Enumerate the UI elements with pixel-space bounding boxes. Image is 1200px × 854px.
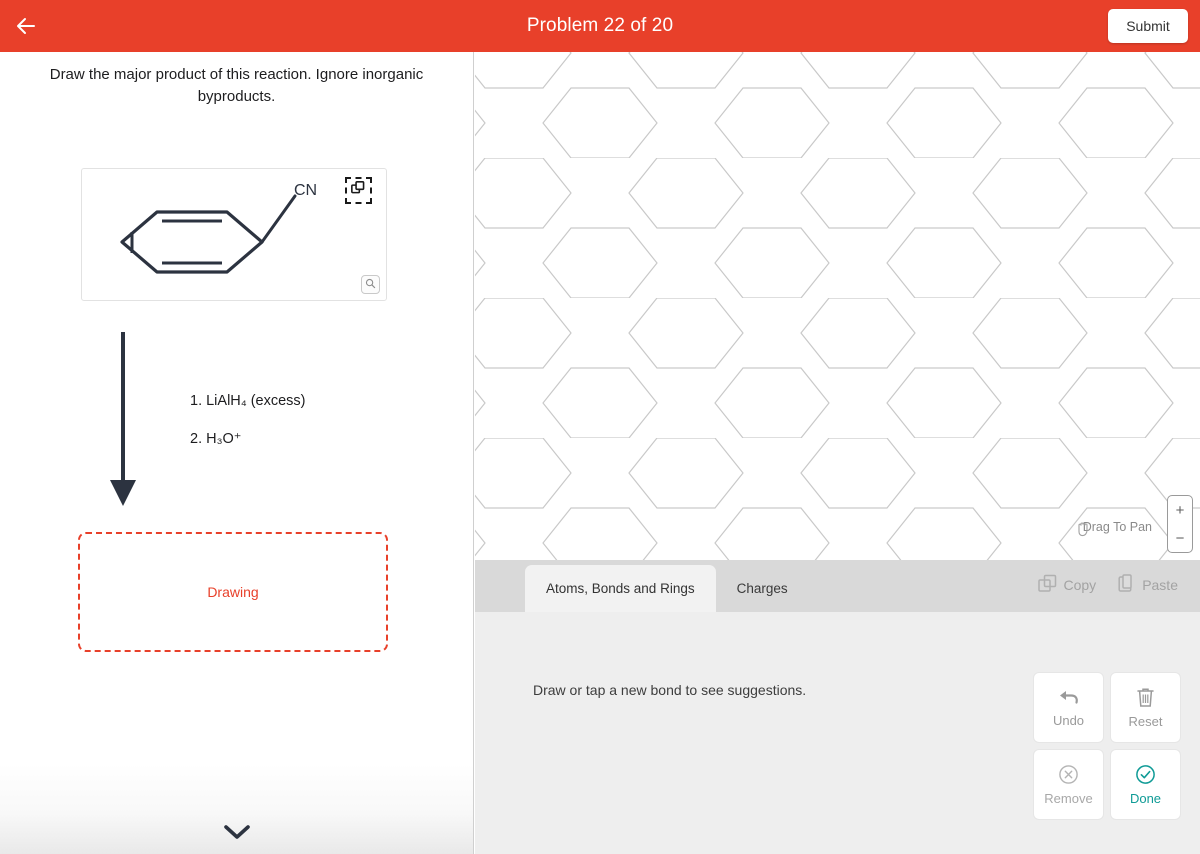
question-prompt: Draw the major product of this reaction.…	[49, 66, 424, 105]
reset-label: Reset	[1128, 713, 1163, 729]
drag-to-pan-control[interactable]: Drag To Pan	[1076, 520, 1152, 537]
copy-icon	[351, 180, 366, 201]
tab-atoms-bonds-rings[interactable]: Atoms, Bonds and Rings	[525, 565, 716, 612]
magnifier-icon	[365, 276, 376, 294]
remove-button[interactable]: Remove	[1033, 749, 1104, 820]
copy-label: Copy	[1063, 577, 1097, 593]
copy-structure-button[interactable]	[345, 177, 372, 204]
done-button[interactable]: Done	[1110, 749, 1181, 820]
reaction-condition-2: 2. H₃O⁺	[190, 431, 242, 447]
paste-button[interactable]: Paste	[1118, 574, 1178, 596]
done-label: Done	[1129, 790, 1162, 806]
question-panel: Draw the major product of this reaction.…	[0, 52, 474, 854]
arrow-left-icon	[14, 14, 38, 38]
drawing-canvas[interactable]: Drag To Pan + −	[475, 52, 1200, 560]
tab-charges[interactable]: Charges	[716, 565, 809, 612]
reactant-atom-label: CN	[294, 182, 318, 199]
product-dropzone-label: Drawing	[207, 584, 259, 600]
remove-label: Remove	[1044, 790, 1093, 806]
clipboard-actions: Copy Paste	[1037, 574, 1178, 596]
zoom-out-button[interactable]: −	[1168, 524, 1192, 552]
undo-label: Undo	[1052, 713, 1085, 728]
zoom-in-button[interactable]: +	[1168, 496, 1192, 524]
hex-grid	[475, 52, 1200, 560]
collapse-panel-button[interactable]	[0, 764, 473, 854]
undo-button[interactable]: Undo	[1033, 672, 1104, 743]
back-button[interactable]	[0, 0, 52, 52]
circle-check-icon	[1135, 764, 1156, 785]
copy-icon	[1037, 574, 1057, 596]
paste-label: Paste	[1142, 577, 1178, 593]
product-drawing-dropzone[interactable]: Drawing	[78, 532, 388, 652]
undo-arrow-icon	[1058, 687, 1080, 707]
clipboard-icon	[1118, 574, 1135, 596]
chevron-down-icon	[222, 823, 252, 846]
circle-x-icon	[1058, 764, 1079, 785]
sketcher-tool-panel: Draw or tap a new bond to see suggestion…	[475, 612, 1200, 854]
sketcher-tabstrip: Atoms, Bonds and Rings Charges Copy Past…	[475, 560, 1200, 612]
trash-icon	[1136, 687, 1155, 708]
tab-atoms-bonds-rings-label: Atoms, Bonds and Rings	[546, 581, 695, 596]
tab-charges-label: Charges	[736, 581, 788, 596]
sketcher-action-buttons: Undo Reset Remove Done	[1033, 672, 1181, 820]
canvas-zoom-control: + −	[1167, 495, 1193, 553]
submit-button[interactable]: Submit	[1108, 9, 1188, 43]
reaction-condition-1: 1. LiAlH₄ (excess)	[190, 393, 306, 409]
benzonitrile-structure	[120, 194, 297, 274]
zoom-structure-button[interactable]	[361, 275, 380, 294]
page-title: Problem 22 of 20	[526, 15, 674, 36]
reaction-arrow-icon	[100, 332, 146, 517]
app-root: Problem 22 of 20 Submit Draw the major p…	[0, 0, 1200, 854]
reactant-structure-box[interactable]: CN	[81, 168, 387, 301]
reset-button[interactable]: Reset	[1110, 672, 1181, 743]
sketcher-hint: Draw or tap a new bond to see suggestion…	[533, 682, 807, 698]
app-header: Problem 22 of 20 Submit	[0, 0, 1200, 52]
sketcher-panel: Drag To Pan + − Atoms, Bonds and Rings C…	[475, 52, 1200, 854]
drag-to-pan-label: Drag To Pan	[1082, 520, 1152, 534]
copy-button[interactable]: Copy	[1037, 574, 1097, 596]
